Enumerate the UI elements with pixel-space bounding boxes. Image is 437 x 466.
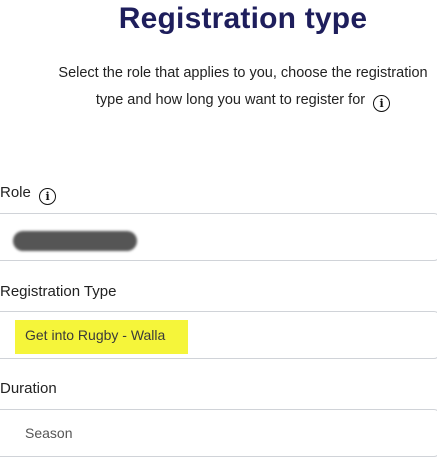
role-select[interactable] [0, 213, 437, 261]
role-info-icon[interactable]: i [39, 188, 57, 205]
duration-select[interactable]: Season [0, 409, 437, 457]
registration-type-value: Get into Rugby - Walla [25, 327, 166, 343]
registration-type-page: Registration type Select the role that a… [0, 0, 437, 466]
duration-value: Season [25, 425, 73, 441]
info-icon[interactable]: i [373, 95, 391, 112]
role-label-row: Role i [0, 184, 57, 205]
duration-label: Duration [0, 380, 57, 397]
page-title: Registration type [118, 2, 368, 35]
registration-type-select[interactable]: Get into Rugby - Walla [0, 311, 437, 359]
redacted-value [13, 231, 137, 251]
registration-type-label: Registration Type [0, 283, 117, 300]
role-label: Role [0, 184, 31, 201]
page-subtitle: Select the role that applies to you, cho… [50, 60, 436, 114]
